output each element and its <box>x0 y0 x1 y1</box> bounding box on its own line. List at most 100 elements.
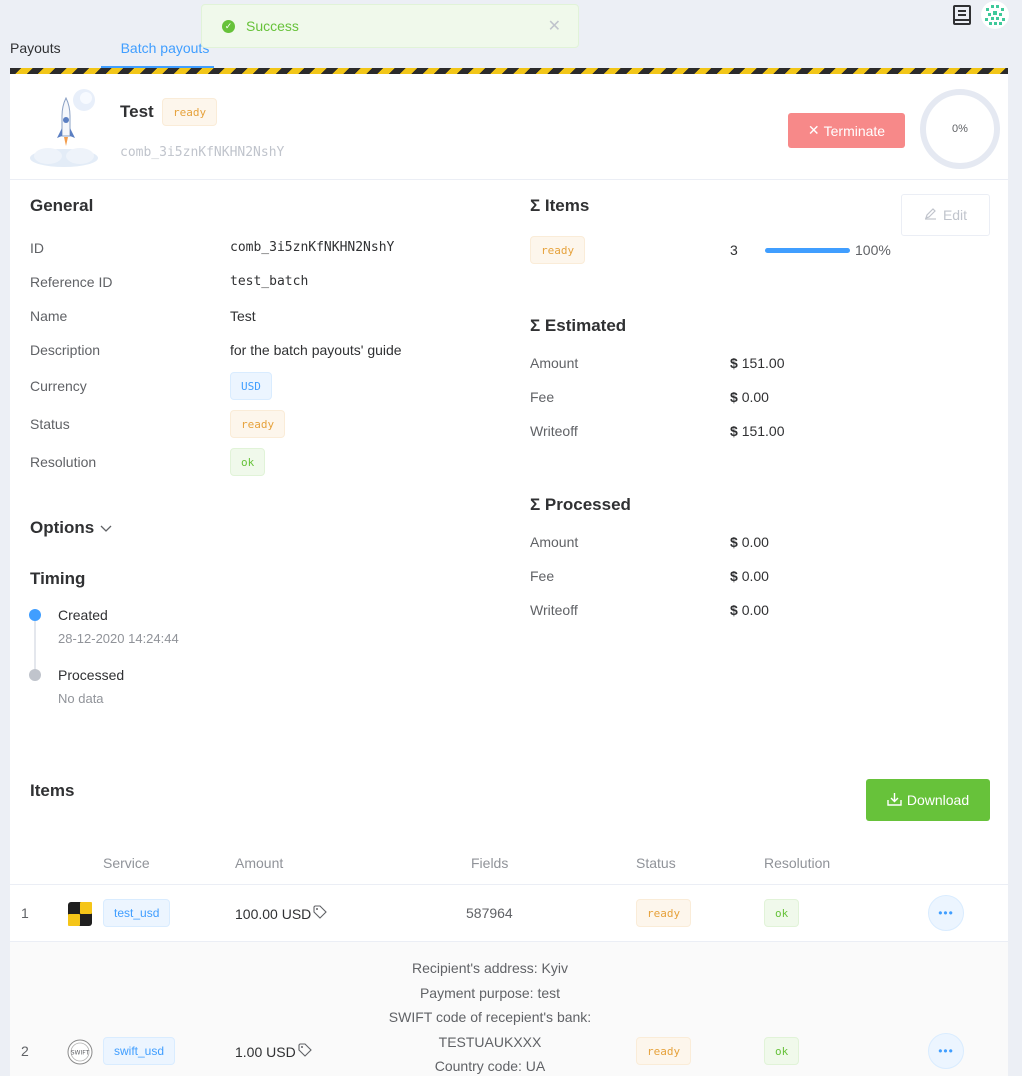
batch-id-subtitle: comb_3i5znKfNKHN2NshY <box>120 145 285 160</box>
items-progress-bar <box>765 248 850 253</box>
processed-amount-label: Amount <box>530 534 579 550</box>
batch-status-badge: ready <box>162 98 218 126</box>
status-label: Status <box>30 416 70 432</box>
batch-card: Test ready comb_3i5znKfNKHN2NshY ✕ Termi… <box>10 68 1008 1076</box>
options-toggle[interactable]: Options <box>30 518 112 538</box>
currency-symbol: $ <box>730 389 738 405</box>
estimated-amount-label: Amount <box>530 355 579 371</box>
column-header-status: Status <box>636 855 676 871</box>
processed-label: Processed <box>58 667 125 683</box>
row-index: 1 <box>21 905 29 921</box>
id-value: comb_3i5znKfNKHN2NshY <box>230 240 395 255</box>
estimated-heading: Σ Estimated <box>530 316 627 335</box>
processed-writeoff-label: Writeoff <box>530 602 578 618</box>
field-line: TESTUAUKXXX <box>438 1033 542 1050</box>
batch-header: Test ready comb_3i5znKfNKHN2NshY ✕ Termi… <box>10 74 1008 180</box>
currency-symbol: $ <box>730 423 738 439</box>
tab-payouts[interactable]: Payouts <box>10 36 61 68</box>
batch-title: Test <box>120 102 154 121</box>
table-row: 1 test_usd 100.00 USD 587964 ready ok ••… <box>10 885 1008 941</box>
row-amount-text: 1.00 USD <box>235 1043 296 1060</box>
row-amount: 100.00 USD <box>235 905 328 922</box>
chevron-down-icon <box>100 520 112 536</box>
service-tag[interactable]: test_usd <box>103 899 171 927</box>
items-percent: 100% <box>855 242 891 258</box>
estimated-fee-label: Fee <box>530 389 555 405</box>
processed-fee-label: Fee <box>530 568 555 584</box>
processed-timestamp: No data <box>58 691 104 706</box>
close-icon: ✕ <box>807 122 820 138</box>
processed-amount-number: 0.00 <box>741 534 769 550</box>
test-service-icon <box>68 902 92 929</box>
price-tag-icon[interactable] <box>298 1043 312 1060</box>
row-fields: 587964 <box>466 905 513 921</box>
row-fields: Recipient's address: Kyiv Payment purpos… <box>340 956 640 1076</box>
currency-symbol: $ <box>730 568 738 584</box>
svg-text:SWIFT: SWIFT <box>71 1050 90 1057</box>
more-actions-button[interactable]: ••• <box>928 1033 964 1069</box>
currency-symbol: $ <box>730 602 738 618</box>
estimated-amount-number: 151.00 <box>741 355 785 371</box>
resolution-label: Resolution <box>30 454 97 470</box>
avatar[interactable] <box>980 0 1010 33</box>
estimated-writeoff-value: $ 151.00 <box>730 423 785 439</box>
download-label: Download <box>906 792 970 808</box>
description-value: for the batch payouts' guide <box>230 342 402 358</box>
timeline-dot-created <box>29 609 41 621</box>
estimated-writeoff-number: 151.00 <box>741 423 785 439</box>
top-icons <box>952 0 1010 33</box>
processed-writeoff-value: $ 0.00 <box>730 602 769 618</box>
progress-circle: 0% <box>920 89 1000 169</box>
tab-batch-payouts[interactable]: Batch payouts <box>100 36 214 68</box>
row-status-badge: ready <box>636 1037 692 1065</box>
row-amount: 1.00 USD <box>235 1043 312 1060</box>
timing-heading: Timing <box>30 569 86 588</box>
edit-button[interactable]: Edit <box>901 194 990 236</box>
currency-badge: USD <box>230 372 272 400</box>
swift-icon: SWIFT <box>67 1039 93 1068</box>
column-header-service: Service <box>103 855 150 871</box>
created-timestamp: 28-12-2020 14:24:44 <box>58 631 179 646</box>
resolution-badge: ok <box>230 448 266 476</box>
status-badge: ready <box>230 410 286 438</box>
pencil-icon <box>924 207 937 223</box>
service-tag[interactable]: swift_usd <box>103 1037 176 1065</box>
created-label: Created <box>58 607 108 623</box>
progress-percent: 0% <box>952 123 968 135</box>
estimated-fee-number: 0.00 <box>741 389 769 405</box>
row-index: 2 <box>21 1043 29 1059</box>
field-line: SWIFT code of recepient's bank: <box>388 1009 592 1025</box>
edit-label: Edit <box>942 207 968 223</box>
estimated-amount-value: $ 151.00 <box>730 355 785 371</box>
reference-id-value: test_batch <box>230 274 309 289</box>
row-resolution-badge: ok <box>764 1037 800 1065</box>
processed-heading: Σ Processed <box>530 495 631 514</box>
column-header-fields: Fields <box>471 855 509 871</box>
field-line: Country code: UA <box>434 1058 546 1074</box>
processed-writeoff-number: 0.00 <box>741 602 769 618</box>
download-button[interactable]: Download <box>866 779 990 821</box>
items-status-badge: ready <box>530 236 586 264</box>
check-circle-icon: ✓ <box>222 19 235 33</box>
column-header-amount: Amount <box>235 855 284 871</box>
name-value: Test <box>230 308 256 324</box>
currency-label: Currency <box>30 378 87 394</box>
options-label: Options <box>30 518 95 537</box>
success-toast: ✓ Success ✕ <box>201 4 579 48</box>
estimated-writeoff-label: Writeoff <box>530 423 578 439</box>
reference-id-label: Reference ID <box>30 274 113 290</box>
price-tag-icon[interactable] <box>313 905 328 922</box>
estimated-fee-value: $ 0.00 <box>730 389 769 405</box>
column-header-resolution: Resolution <box>764 855 831 871</box>
book-icon[interactable] <box>952 4 972 29</box>
more-actions-button[interactable]: ••• <box>928 895 964 931</box>
row-resolution-badge: ok <box>764 899 800 927</box>
row-status-badge: ready <box>636 899 692 927</box>
currency-symbol: $ <box>730 534 738 550</box>
items-summary-heading: Σ Items <box>530 196 590 215</box>
close-icon[interactable]: ✕ <box>548 16 561 36</box>
id-label: ID <box>30 240 44 256</box>
terminate-button[interactable]: ✕ Terminate <box>788 113 905 148</box>
processed-amount-value: $ 0.00 <box>730 534 769 550</box>
items-count: 3 <box>730 242 738 258</box>
